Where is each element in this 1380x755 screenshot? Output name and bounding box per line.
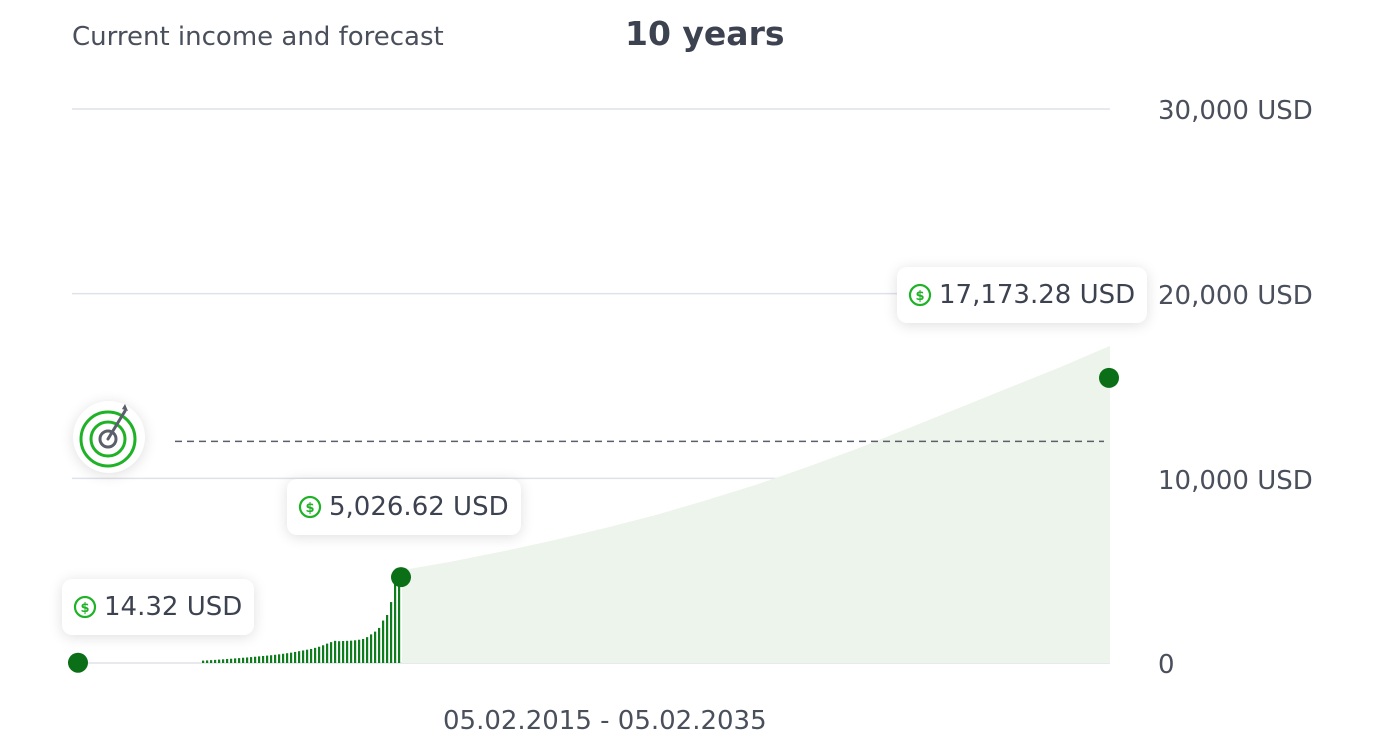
history-bar [318,646,321,663]
y-tick-label-0: 0 [1158,650,1175,680]
callout-start-label: 14.32 USD [104,592,243,622]
history-bar [314,647,317,663]
history-bar [342,641,345,663]
history-bar [270,655,273,663]
dollar-circle-icon: $ [908,283,932,307]
history-bar [286,653,289,663]
history-bar [302,650,305,663]
callout-start-value: $ 14.32 USD [62,579,255,635]
history-bar [346,640,349,663]
callout-current-label: 5,026.62 USD [329,492,509,522]
history-bar [238,658,241,663]
goal-badge[interactable] [73,401,145,473]
history-bar [378,627,381,663]
history-bar [274,654,277,663]
history-bar [226,659,229,663]
svg-text:$: $ [915,289,924,304]
history-bar [366,637,369,663]
history-bar [310,648,313,663]
callout-forecast-value: $ 17,173.28 USD [897,267,1148,323]
history-bar [386,614,389,663]
target-icon [79,404,137,468]
y-tick-label-20000: 20,000 USD [1158,281,1313,311]
history-bar [214,659,217,663]
history-bar [358,639,361,663]
svg-text:$: $ [305,501,314,516]
date-range-label: 05.02.2015 - 05.02.2035 [443,706,767,736]
period-selector[interactable]: 10 years [625,14,785,53]
svg-text:$: $ [80,601,89,616]
history-bar [306,649,309,663]
dollar-circle-icon: $ [73,595,97,619]
history-bar [362,638,365,663]
history-bar [338,641,341,663]
history-bar [298,651,301,663]
forecast-point-dot [1099,367,1119,388]
history-bar [278,654,281,663]
history-bar [250,657,253,663]
history-bar [242,657,245,663]
callout-forecast-label: 17,173.28 USD [939,280,1136,310]
history-bar [294,651,297,663]
history-bar [234,658,237,663]
history-bar [222,659,225,663]
history-bar [350,640,353,663]
start-point-dot [68,652,88,673]
history-bar [202,660,205,663]
history-bar [206,660,209,663]
history-bar [330,642,333,663]
history-bar [326,643,329,663]
history-bar [374,631,377,663]
history-bar [334,640,337,663]
history-bar [254,656,257,663]
y-tick-label-30000: 30,000 USD [1158,96,1313,126]
history-bar [322,645,325,663]
history-bar [210,660,213,663]
history-bar [394,583,397,663]
chart-title: Current income and forecast [72,22,444,52]
history-bar [266,655,269,663]
history-bar [398,577,401,663]
history-bar [262,655,265,663]
history-bar [218,659,221,663]
history-bar [258,656,261,663]
history-bar [354,640,357,663]
history-bar [390,602,393,663]
current-point-dot [391,567,411,588]
history-bar [370,634,373,663]
dollar-circle-icon: $ [298,495,322,519]
history-bar [282,653,285,663]
history-bar [230,658,233,663]
y-tick-label-10000: 10,000 USD [1158,466,1313,496]
callout-current-value: $ 5,026.62 USD [287,479,521,535]
history-bar [290,652,293,663]
history-bar [246,657,249,663]
history-bar [382,620,385,663]
